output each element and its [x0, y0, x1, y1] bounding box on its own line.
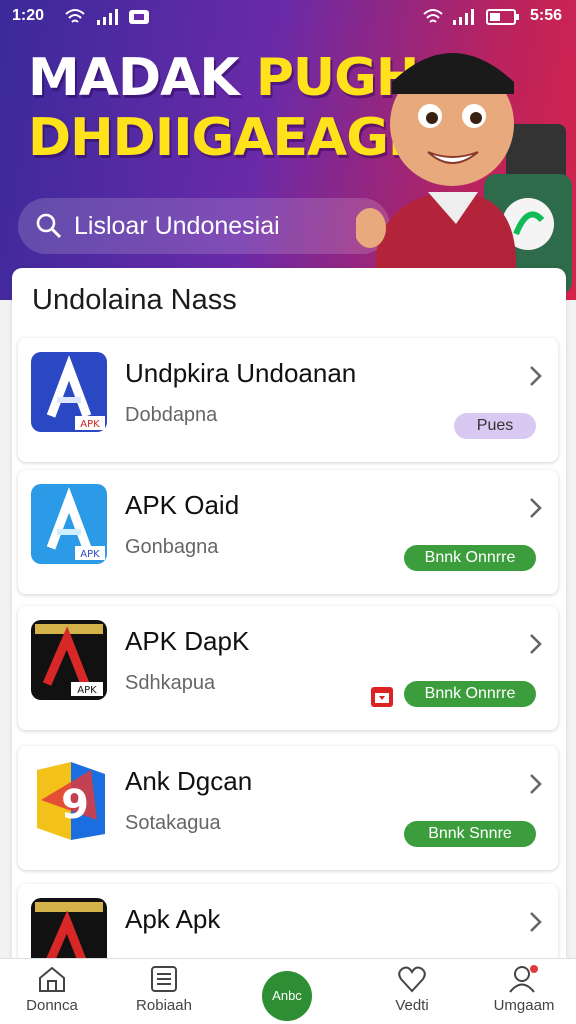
- nav-profile-label: Umgaam: [493, 997, 555, 1014]
- download-button[interactable]: Bnnk Onnrre: [404, 545, 536, 571]
- chevron-right-icon[interactable]: [528, 364, 544, 388]
- list-item[interactable]: 9 Ank Dgcan Sotakagua Bnnk Snnre: [18, 746, 558, 870]
- nav-list-label: Robiaah: [136, 997, 192, 1014]
- notification-icon: [129, 10, 149, 24]
- mascot-illustration: [356, 53, 572, 300]
- chevron-right-icon[interactable]: [528, 910, 544, 934]
- search-placeholder: Lisloar Undonesiai: [74, 211, 280, 240]
- app-subtitle: Sotakagua: [125, 812, 221, 834]
- search-icon: [36, 213, 62, 239]
- app-name: Ank Dgcan: [125, 766, 253, 796]
- chevron-right-icon[interactable]: [528, 496, 544, 520]
- icon-label: APK: [77, 685, 97, 696]
- app-icon: APK: [31, 352, 107, 432]
- nav-home-label: Donnca: [26, 997, 78, 1014]
- app-name: Apk Apk: [125, 904, 221, 934]
- list-title: Undolaina Nass: [32, 284, 237, 316]
- status-time-right: 5:56: [529, 7, 562, 24]
- home-icon: [39, 966, 65, 992]
- wifi-icon: [65, 9, 85, 23]
- nav-home[interactable]: Donnca: [2, 965, 102, 1014]
- status-badge: Pues: [454, 413, 536, 439]
- app-name: APK DapK: [125, 626, 250, 656]
- list-item[interactable]: APK APK DapK Sdhkapua Bnnk Onnrre: [18, 606, 558, 730]
- list-item[interactable]: APK APK Oaid Gonbagna Bnnk Onnrre: [18, 470, 558, 594]
- heart-icon: [398, 966, 426, 993]
- signal-icon: [97, 9, 118, 25]
- download-button[interactable]: Bnnk Snnre: [404, 821, 536, 847]
- chevron-right-icon[interactable]: [528, 772, 544, 796]
- hero-title-word1: MADAK: [28, 48, 240, 108]
- app-subtitle: Sdhkapua: [125, 672, 216, 694]
- list-icon: [151, 966, 177, 992]
- app-list-card: Undolaina Nass APK Undpkira Undoanan Dob…: [12, 268, 566, 1008]
- profile-icon: [509, 965, 538, 993]
- search-bar[interactable]: Lisloar Undonesiai: [18, 198, 390, 254]
- app-subtitle: Gonbagna: [125, 536, 219, 558]
- chevron-right-icon[interactable]: [528, 632, 544, 656]
- nav-list[interactable]: Robiaah: [114, 965, 214, 1014]
- app-icon: APK: [31, 620, 107, 700]
- hero-banner: 1:20 5:56 MADAK PUGH DHDIIGAEAGH Lisloar…: [0, 0, 576, 300]
- app-name: APK Oaid: [125, 490, 240, 520]
- icon-label: APK: [80, 419, 100, 430]
- icon-label: 9: [61, 782, 89, 828]
- app-subtitle: Dobdapna: [125, 404, 218, 426]
- nav-center-button[interactable]: Anbc: [262, 971, 312, 1021]
- bottom-navigation: Donnca Robiaah Anbc Vedti Umgaam: [0, 958, 576, 1024]
- nav-profile[interactable]: Umgaam: [474, 965, 574, 1014]
- status-time: 1:20: [12, 7, 45, 24]
- calendar-icon: [371, 687, 393, 707]
- download-button[interactable]: Bnnk Onnrre: [404, 681, 536, 707]
- nav-favorites[interactable]: Vedti: [362, 965, 462, 1014]
- icon-label: APK: [80, 549, 100, 560]
- app-name: Undpkira Undoanan: [125, 358, 357, 388]
- app-icon: APK: [31, 484, 107, 564]
- app-icon: 9: [31, 760, 107, 840]
- list-item[interactable]: APK Undpkira Undoanan Dobdapna Pues: [18, 338, 558, 462]
- nav-favorites-label: Vedti: [395, 997, 429, 1014]
